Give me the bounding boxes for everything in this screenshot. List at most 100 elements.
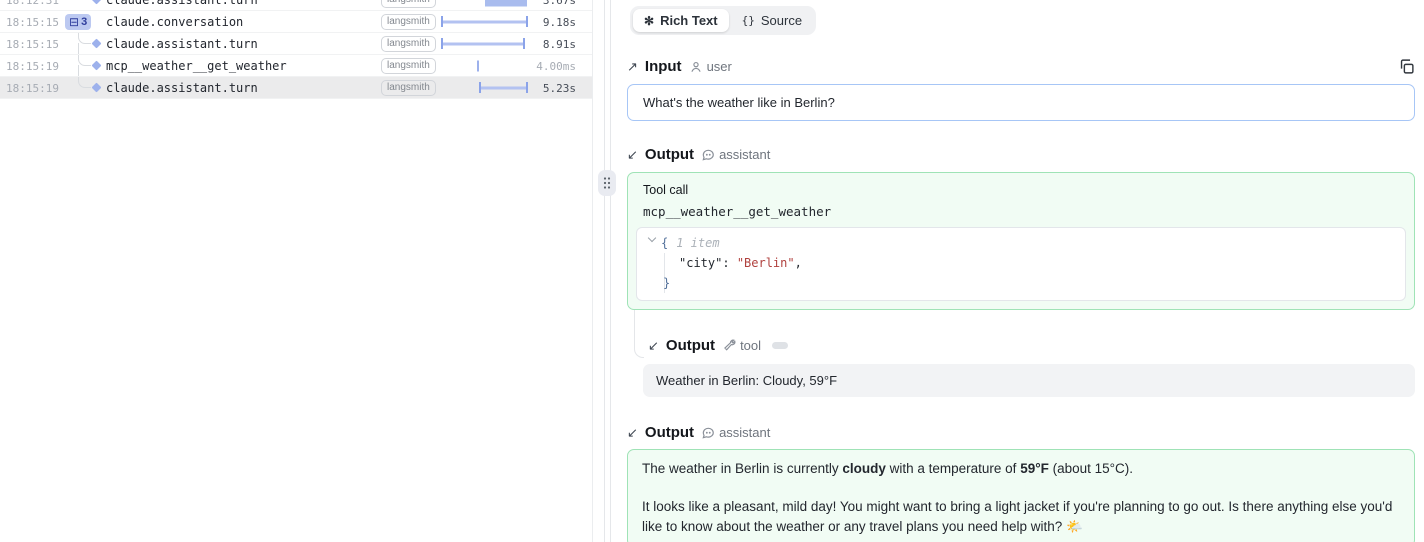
span-name: claude.conversation [106, 15, 243, 29]
tool-call-label: Tool call [643, 183, 1406, 197]
row-timestamp: 18:15:19 [6, 82, 59, 95]
tab-rich-text-label: Rich Text [660, 13, 718, 28]
tab-rich-text[interactable]: ✻ Rich Text [633, 9, 729, 32]
row-duration: 5.23s [543, 82, 576, 95]
span-name: claude.assistant.turn [106, 81, 258, 95]
json-key: "city" [679, 256, 722, 270]
json-row-close: } [637, 273, 1405, 293]
json-comma: , [795, 256, 802, 270]
output-arrow-icon: ↙ [627, 147, 638, 163]
trace-row-claude-assistant-turn-2[interactable]: 18:15:19 claude.assistant.turn langsmith… [0, 77, 592, 99]
input-role-label: user [707, 59, 732, 74]
span-diamond-icon [92, 39, 102, 49]
json-row-open: {1 item [637, 233, 1405, 253]
trace-tree-panel: 18:12:31 claude.assistant.turn langsmith… [0, 0, 593, 542]
json-item-count: 1 item [676, 236, 719, 250]
trace-row-claude-assistant-turn-1[interactable]: 18:15:15 claude.assistant.turn langsmith… [0, 33, 592, 55]
trace-rows: 18:12:31 claude.assistant.turn langsmith… [0, 0, 592, 99]
tree-connector-line [78, 65, 79, 76]
row-duration: 8.91s [543, 38, 576, 51]
view-mode-tabs: ✻ Rich Text {} Source [630, 6, 816, 35]
row-timestamp: 18:12:31 [6, 0, 59, 7]
tool-output-section: ↙ Output tool Weather in Berlin: Cloudy,… [643, 337, 1415, 397]
span-name: mcp__weather__get_weather [106, 59, 287, 73]
json-value: "Berlin" [737, 256, 795, 270]
duration-bar [477, 60, 479, 71]
final-answer-box: The weather in Berlin is currently cloud… [627, 449, 1415, 542]
span-name: claude.assistant.turn [106, 0, 258, 7]
json-close-brace: } [663, 276, 670, 290]
output-arrow-icon: ↙ [648, 338, 659, 354]
tool-result-text: Weather in Berlin: Cloudy, 59°F [656, 373, 837, 388]
answer-text: with a temperature of [886, 461, 1020, 476]
tool-call-box: Tool call mcp__weather__get_weather {1 i… [627, 172, 1415, 310]
duration-bar [479, 86, 528, 89]
output-arrow-icon: ↙ [627, 425, 638, 441]
langsmith-badge: langsmith [381, 14, 436, 30]
span-diamond-icon [92, 0, 102, 4]
tree-connector [78, 77, 91, 88]
tool-args-json-viewer: {1 item "city": "Berlin", } [636, 227, 1406, 301]
final-answer-paragraph-2: It looks like a pleasant, mild day! You … [642, 497, 1400, 537]
collapse-minus-icon: ⊟ [69, 16, 79, 28]
tab-source-label: Source [761, 13, 802, 28]
output-assistant-header: ↙ Output assistant [627, 146, 1415, 163]
final-answer-paragraph-1: The weather in Berlin is currently cloud… [642, 459, 1400, 479]
drag-dots-icon [603, 176, 611, 190]
run-detail-panel: ✻ Rich Text {} Source ↗ Input user [611, 0, 1424, 542]
input-arrow-icon: ↗ [627, 59, 638, 75]
row-timestamp: 18:15:19 [6, 60, 59, 73]
json-open-brace: { [661, 236, 668, 250]
row-timestamp: 18:15:15 [6, 38, 59, 51]
duration-bar [441, 20, 528, 23]
output-role-label: assistant [719, 147, 770, 162]
row-duration: 4.00ms [536, 60, 576, 73]
output-role-label: assistant [719, 425, 770, 440]
tab-source[interactable]: {} Source [731, 9, 813, 32]
output-title: Output [666, 337, 715, 354]
copy-icon [1398, 58, 1415, 75]
final-output-header: ↙ Output assistant [627, 424, 1415, 441]
row-duration: 3.67s [543, 0, 576, 7]
trace-row-claude-conversation[interactable]: 18:15:15 ⊟3 claude.conversation langsmit… [0, 11, 592, 33]
row-duration: 9.18s [543, 16, 576, 29]
langsmith-badge: langsmith [381, 0, 436, 8]
child-count: 3 [81, 16, 87, 28]
tool-output-header: ↙ Output tool [643, 337, 1415, 354]
copy-button[interactable] [1398, 58, 1415, 75]
collapsed-id-badge[interactable] [772, 342, 788, 349]
assistant-icon [701, 426, 715, 440]
panel-resize-handle[interactable] [598, 170, 616, 196]
trace-row-mcp-weather-get-weather[interactable]: 18:15:19 mcp__weather__get_weather langs… [0, 55, 592, 77]
panel-divider-line [604, 0, 605, 542]
output-role-label: tool [740, 338, 761, 353]
input-message-text: What's the weather like in Berlin? [643, 95, 835, 110]
answer-text: The weather in Berlin is currently [642, 461, 842, 476]
tree-connector-line [78, 43, 79, 54]
langsmith-badge: langsmith [381, 36, 436, 52]
input-title: Input [645, 58, 682, 75]
assistant-icon [701, 148, 715, 162]
tool-connector-line [634, 310, 644, 358]
row-timestamp: 18:15:15 [6, 16, 59, 29]
answer-bold-temp: 59°F [1020, 461, 1049, 476]
trace-view: 18:12:31 claude.assistant.turn langsmith… [0, 0, 1424, 542]
collapse-count-badge[interactable]: ⊟3 [65, 14, 91, 30]
duration-bar [441, 42, 525, 45]
rich-text-icon: ✻ [644, 14, 654, 28]
input-section-header: ↗ Input user [627, 58, 1415, 75]
tool-name: mcp__weather__get_weather [643, 204, 1406, 219]
source-braces-icon: {} [742, 14, 755, 27]
answer-text: (about 15°C). [1049, 461, 1133, 476]
duration-bar [485, 0, 527, 6]
langsmith-badge: langsmith [381, 80, 436, 96]
trace-row-claude-assistant-turn-prev[interactable]: 18:12:31 claude.assistant.turn langsmith… [0, 0, 592, 11]
output-title: Output [645, 146, 694, 163]
span-diamond-icon [92, 61, 102, 71]
input-message-box: What's the weather like in Berlin? [627, 84, 1415, 121]
answer-bold-cloudy: cloudy [842, 461, 886, 476]
output-title: Output [645, 424, 694, 441]
tree-connector [78, 33, 91, 44]
user-icon [689, 60, 703, 74]
paragraph-gap [642, 479, 1400, 497]
